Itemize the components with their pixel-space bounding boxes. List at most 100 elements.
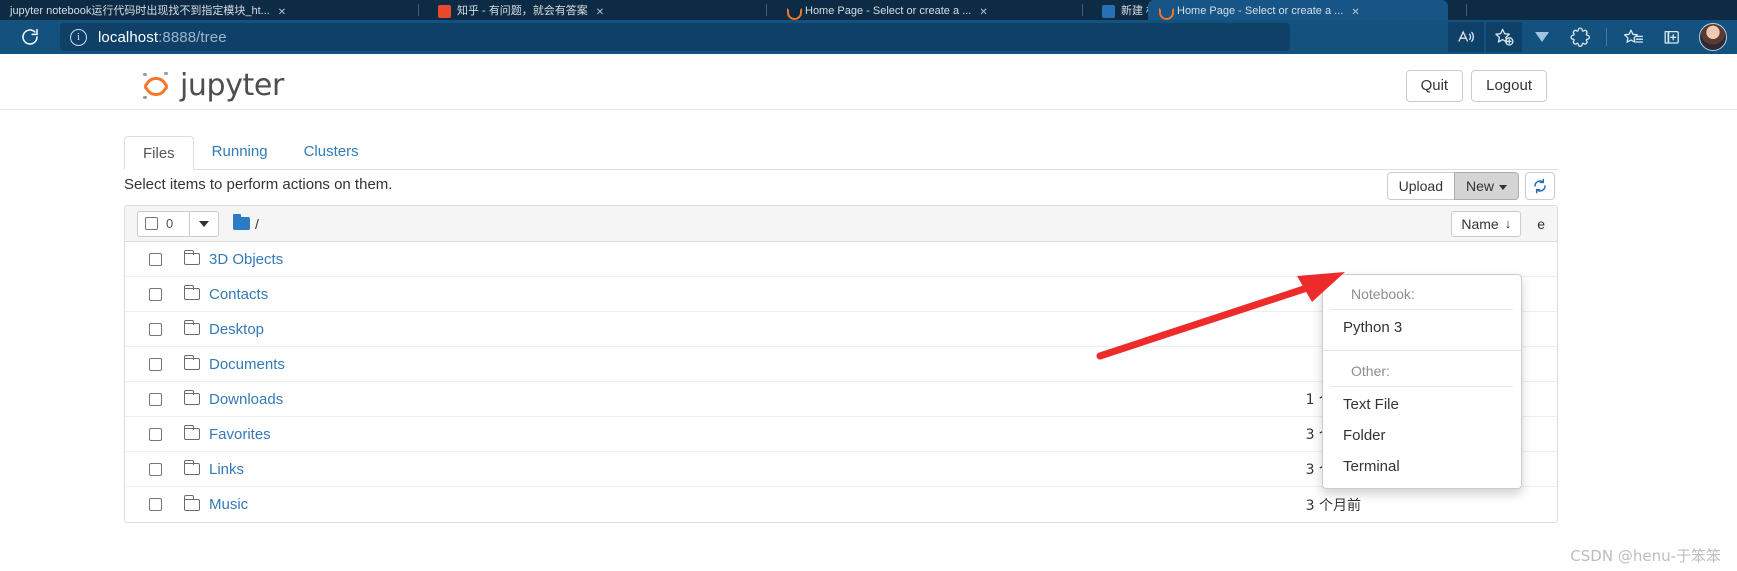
select-items-hint: Select items to perform actions on them. [124,176,393,193]
select-all-control[interactable]: 0 [137,210,189,237]
menu-divider [1323,350,1521,351]
jupyter-favicon-icon [786,5,802,20]
selected-count: 0 [166,216,174,231]
menu-item-terminal[interactable]: Terminal [1323,451,1521,482]
collections-icon[interactable] [1653,22,1689,52]
folder-icon [183,319,200,335]
sort-by-name-button[interactable]: Name ↓ [1451,210,1522,237]
browser-tab-5-active[interactable]: Home Page - Select or create a ... ✕ [1148,0,1448,20]
refresh-icon[interactable] [1525,172,1555,200]
watermark: CSDN @henu-于笨笨 [1570,547,1721,565]
browser-tab-2[interactable]: 知乎 - 有问题，就会有答案 ✕ [428,0,758,20]
tab-files[interactable]: Files [124,136,194,170]
file-name-link[interactable]: Links [209,461,244,478]
close-icon[interactable]: ✕ [979,7,987,18]
file-name-link[interactable]: Desktop [209,321,264,338]
file-modified-time: 3 个月前 [1305,497,1361,514]
folder-icon [183,249,200,265]
browser-tab-1[interactable]: jupyter notebook运行代码时出现找不到指定模块_ht... ✕ [0,0,400,20]
row-checkbox[interactable] [149,322,162,336]
avatar[interactable] [1699,23,1727,51]
select-all-group: 0 [137,210,219,237]
extensions-icon[interactable] [1562,22,1598,52]
row-checkbox[interactable] [149,498,162,511]
jupyter-wordmark: jupyter [180,68,284,103]
chevron-down-icon [1499,184,1507,190]
close-icon[interactable]: ✕ [596,7,604,18]
folder-icon [183,459,200,475]
reload-icon[interactable] [12,22,48,52]
browser-tab-3[interactable]: Home Page - Select or create a ... ✕ [776,0,1076,20]
file-name-link[interactable]: 3D Objects [209,251,283,268]
chevron-down-icon [199,220,209,227]
tab-divider [1466,4,1467,16]
file-name-link[interactable]: Music [209,496,248,513]
sort-label: Name [1461,215,1499,232]
tab-running[interactable]: Running [194,135,286,169]
row-checkbox[interactable] [149,287,162,301]
table-row[interactable]: Music 3 个月前 [125,487,1557,522]
row-checkbox[interactable] [149,392,162,406]
file-name-link[interactable]: Downloads [209,391,283,408]
close-icon[interactable]: ✕ [1351,7,1359,18]
tab-divider [418,4,419,16]
select-options-dropdown[interactable] [189,210,219,237]
info-icon[interactable]: i [70,28,87,46]
favorites-list-icon[interactable] [1615,22,1651,52]
folder-icon [183,495,200,511]
breadcrumb[interactable]: / [233,214,259,232]
menu-header-notebook: Notebook: [1331,281,1513,310]
header-buttons: Quit Logout [1405,70,1547,102]
menu-header-other: Other: [1331,358,1513,387]
files-toolbar: Upload New [1381,172,1555,200]
folder-icon [233,214,250,230]
tab-divider [1082,4,1083,16]
quit-button[interactable]: Quit [1405,70,1464,102]
add-favorite-icon[interactable] [1486,22,1522,52]
row-checkbox[interactable] [149,462,162,476]
upload-button[interactable]: Upload [1386,172,1455,200]
jupyter-logo[interactable]: jupyter [140,68,284,103]
downloads-icon[interactable] [1524,22,1560,52]
folder-icon [183,424,200,440]
folder-icon [183,284,200,300]
row-checkbox[interactable] [149,252,162,266]
address-bar[interactable]: i localhost:8888/tree [60,23,1290,51]
menu-item-folder[interactable]: Folder [1323,420,1521,451]
page-viewport: jupyter Quit Logout Files Running Cluste… [0,54,1737,571]
jupyter-favicon-icon [1158,5,1174,20]
close-icon[interactable]: ✕ [278,7,286,18]
nav-tabs: Files Running Clusters [124,136,1558,170]
row-checkbox[interactable] [149,427,162,441]
menu-item-python3[interactable]: Python 3 [1323,312,1521,343]
row-checkbox[interactable] [149,357,162,371]
newtab-favicon-icon [1102,5,1115,18]
browser-tab-2-title: 知乎 - 有问题，就会有答案 [457,5,588,17]
zhihu-favicon-icon [438,5,451,18]
file-name-link[interactable]: Documents [209,356,285,373]
table-row[interactable]: 3D Objects [125,242,1557,277]
browser-tab-5-title: Home Page - Select or create a ... [1177,5,1344,17]
browser-tab-3-title: Home Page - Select or create a ... [805,5,972,17]
select-all-checkbox[interactable] [145,217,158,230]
breadcrumb-root: / [255,215,259,232]
new-button-label: New [1465,178,1494,194]
url-text: localhost:8888/tree [98,29,227,46]
file-name-link[interactable]: Contacts [209,286,268,303]
size-column-header: e [1537,215,1545,232]
tab-clusters[interactable]: Clusters [286,135,377,169]
tab-divider [766,4,767,16]
file-list-header: 0 / Name ↓ e [125,206,1557,242]
menu-item-text-file[interactable]: Text File [1323,389,1521,420]
url-path: :8888/tree [158,28,227,46]
read-aloud-icon[interactable] [1448,22,1484,52]
file-name-link[interactable]: Favorites [209,426,271,443]
logout-button[interactable]: Logout [1471,70,1547,102]
jupyter-header: jupyter Quit Logout [0,54,1737,110]
new-button[interactable]: New [1453,172,1519,200]
jupyter-logo-icon [140,70,172,102]
browser-toolbar: i localhost:8888/tree [0,20,1737,54]
url-host: localhost [98,28,159,46]
browser-tab-strip: jupyter notebook运行代码时出现找不到指定模块_ht... ✕ 知… [0,0,1737,20]
folder-icon [183,354,200,370]
